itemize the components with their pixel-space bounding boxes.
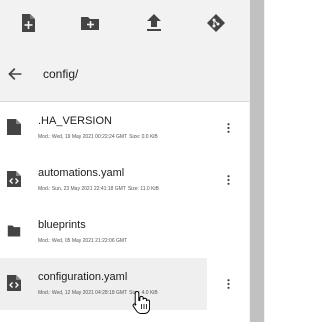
more-options-button[interactable] — [222, 121, 234, 135]
file-name: .HA_VERSION — [38, 115, 112, 127]
more-vert-icon — [226, 279, 230, 289]
file-meta: Mod.: Sun, 23 May 2021 22:41:18 GMT Size:… — [38, 186, 159, 192]
git-icon — [207, 14, 225, 32]
file-meta: Mod.: Wed, 05 May 2021 21:22:06 GMT — [38, 238, 128, 244]
more-vert-icon — [226, 175, 230, 185]
new-folder-icon — [81, 17, 99, 30]
file-meta: Mod.: Wed, 19 May 2021 00:22:24 GMT Size:… — [38, 134, 158, 140]
new-file-icon — [22, 14, 35, 32]
file-icon — [7, 119, 21, 135]
upload-button[interactable] — [142, 11, 166, 35]
back-button[interactable] — [5, 64, 25, 84]
path-bar: config/ — [0, 56, 249, 96]
more-options-button[interactable] — [222, 277, 234, 291]
git-button[interactable] — [204, 11, 228, 35]
arrow-left-icon — [8, 68, 22, 80]
folder-name: blueprints — [38, 219, 86, 231]
code-file-icon — [7, 171, 21, 187]
upload-icon — [147, 14, 161, 31]
file-row-configuration[interactable]: configuration.yaml Mod.: Wed, 12 May 202… — [0, 258, 249, 310]
file-row-ha-version[interactable]: .HA_VERSION Mod.: Wed, 19 May 2021 00:22… — [0, 102, 249, 154]
more-options-button[interactable] — [222, 173, 234, 187]
new-folder-button[interactable] — [78, 11, 102, 35]
file-meta: Mod.: Wed, 12 May 2021 04:28:18 GMT Size:… — [38, 290, 158, 296]
file-browser-panel: config/ .HA_VERSION Mod.: Wed, 19 May 20… — [0, 0, 249, 322]
file-browser-header: config/ — [0, 0, 249, 101]
folder-row-blueprints[interactable]: blueprints Mod.: Wed, 05 May 2021 21:22:… — [0, 206, 249, 258]
row-hover-highlight — [0, 258, 207, 310]
code-file-icon — [7, 275, 21, 291]
file-row-automations[interactable]: automations.yaml Mod.: Sun, 23 May 2021 … — [0, 154, 249, 206]
folder-icon — [7, 225, 21, 237]
more-vert-icon — [226, 123, 230, 133]
scrollbar-track[interactable] — [249, 0, 265, 322]
current-path: config/ — [43, 67, 79, 81]
new-file-button[interactable] — [16, 11, 40, 35]
toolbar — [0, 0, 249, 46]
file-name: automations.yaml — [38, 167, 125, 179]
file-name: configuration.yaml — [38, 271, 128, 283]
scrollbar-thumb[interactable] — [250, 0, 264, 322]
